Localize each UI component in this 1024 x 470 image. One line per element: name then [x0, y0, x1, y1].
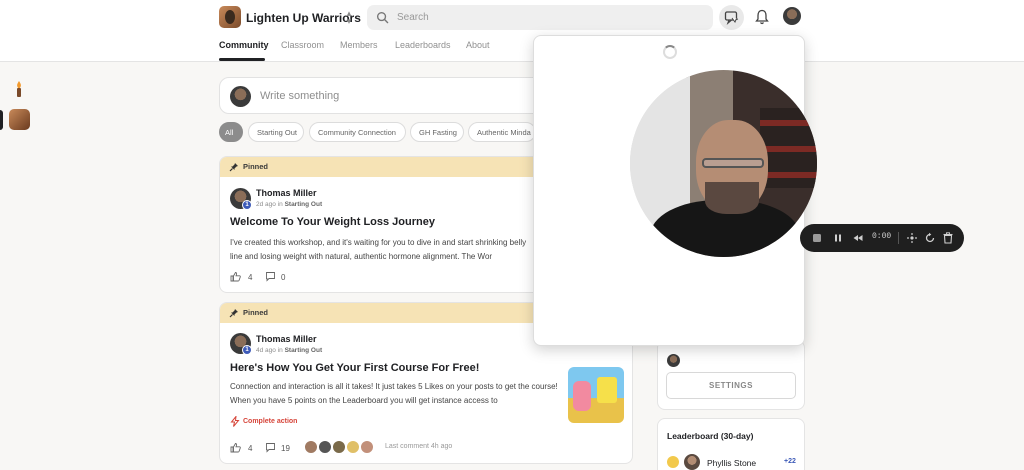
drag-handle-button[interactable] — [905, 231, 919, 245]
avatar — [230, 86, 251, 107]
search-icon — [376, 11, 389, 24]
restart-icon — [925, 232, 935, 243]
search-input[interactable] — [397, 5, 697, 30]
torch-icon[interactable] — [12, 80, 26, 98]
post-thumbnail[interactable] — [568, 367, 624, 423]
webcam-person — [705, 182, 759, 214]
admin-avatar[interactable] — [667, 354, 680, 367]
filter-chip-community-connection[interactable]: Community Connection — [309, 122, 406, 142]
tab-classroom[interactable]: Classroom — [281, 40, 324, 50]
restart-button[interactable] — [923, 231, 937, 245]
rewind-button[interactable] — [851, 231, 865, 245]
comment-count: 0 — [281, 273, 286, 282]
level-badge: 1 — [242, 200, 252, 210]
like-icon[interactable] — [230, 271, 241, 282]
move-icon — [907, 233, 917, 243]
leaderboard-card: Leaderboard (30-day) Phyllis Stone +22 — [657, 418, 805, 470]
stop-icon — [813, 234, 821, 242]
like-icon[interactable] — [230, 442, 241, 453]
search-bar[interactable] — [367, 5, 713, 30]
post-meta: 4d ago in Starting Out — [256, 347, 322, 354]
post-title[interactable]: Here's How You Get Your First Course For… — [230, 362, 479, 374]
webcam-person — [702, 158, 764, 168]
commenter-avatar[interactable] — [332, 440, 346, 454]
active-community-indicator — [0, 110, 3, 130]
chat-button[interactable] — [719, 5, 744, 30]
pause-button[interactable] — [831, 231, 845, 245]
filter-chip-all[interactable]: All — [219, 122, 243, 142]
stop-recording-button[interactable] — [810, 231, 824, 245]
composer-placeholder: Write something — [260, 90, 340, 102]
commenter-avatar[interactable] — [304, 440, 318, 454]
post-meta: 2d ago in Starting Out — [256, 201, 322, 208]
delete-button[interactable] — [941, 231, 955, 245]
comment-count: 19 — [281, 444, 290, 453]
leaderboard-title: Leaderboard (30-day) — [667, 431, 754, 441]
last-comment-time: Last comment 4h ago — [385, 443, 453, 450]
complete-action-link[interactable]: Complete action — [243, 418, 297, 425]
post-body: I've created this workshop, and it's wai… — [230, 238, 527, 261]
tab-members[interactable]: Members — [340, 40, 378, 50]
chat-icon — [724, 11, 739, 26]
user-avatar[interactable] — [783, 7, 801, 25]
bell-icon[interactable] — [752, 7, 772, 27]
webcam-background — [760, 108, 817, 188]
level-badge: 1 — [242, 345, 252, 355]
settings-button[interactable]: SETTINGS — [666, 372, 796, 399]
trash-icon — [943, 232, 953, 244]
post-time: 2d ago in — [256, 201, 283, 208]
like-count: 4 — [248, 273, 253, 282]
pinned-label: Pinned — [243, 308, 269, 317]
chevron-up-down-icon[interactable]: ▴ ▾ — [343, 9, 355, 26]
top-header: Lighten Up Warriors ▴ ▾ — [0, 0, 1024, 62]
community-logo[interactable] — [219, 6, 241, 28]
recording-timer: 0:00 — [872, 232, 892, 241]
pin-icon — [229, 163, 238, 172]
post-time: 4d ago in — [256, 347, 283, 354]
tab-about[interactable]: About — [466, 40, 490, 50]
author-name[interactable]: Thomas Miller — [256, 188, 317, 198]
like-count: 4 — [248, 444, 253, 453]
toolbar-divider — [898, 232, 899, 244]
filter-chip-gh-fasting[interactable]: GH Fasting — [410, 122, 464, 142]
filter-chip-authentic-minda[interactable]: Authentic Minda — [468, 122, 536, 142]
commenter-avatar[interactable] — [346, 440, 360, 454]
post-body: Connection and interaction is all it tak… — [230, 382, 558, 405]
active-tab-indicator — [219, 58, 265, 61]
recording-toolbar: 0:00 — [800, 224, 964, 252]
webcam-bubble[interactable] — [630, 70, 817, 257]
author-name[interactable]: Thomas Miller — [256, 334, 317, 344]
community-switcher-icon[interactable] — [9, 109, 30, 130]
rewind-icon — [853, 235, 863, 241]
commenter-avatar[interactable] — [318, 440, 332, 454]
post-title[interactable]: Welcome To Your Weight Loss Journey — [230, 216, 435, 228]
pin-icon — [229, 309, 238, 318]
avatar[interactable] — [684, 454, 700, 470]
lightning-icon — [230, 416, 240, 427]
leaderboard-points: +22 — [784, 458, 796, 465]
rank-medal-icon — [667, 456, 679, 468]
community-info-card: SETTINGS — [657, 340, 805, 410]
tab-leaderboards[interactable]: Leaderboards — [395, 40, 451, 50]
comment-icon[interactable] — [265, 442, 276, 453]
leaderboard-member-name[interactable]: Phyllis Stone — [707, 458, 756, 468]
comment-icon[interactable] — [265, 271, 276, 282]
filter-chip-starting-out[interactable]: Starting Out — [248, 122, 304, 142]
loading-spinner-icon — [663, 45, 677, 59]
tab-community[interactable]: Community — [219, 40, 269, 50]
pause-icon — [835, 234, 841, 242]
commenter-avatar[interactable] — [360, 440, 374, 454]
post-category[interactable]: Starting Out — [285, 201, 323, 208]
pinned-label: Pinned — [243, 162, 269, 171]
post-category[interactable]: Starting Out — [285, 347, 323, 354]
